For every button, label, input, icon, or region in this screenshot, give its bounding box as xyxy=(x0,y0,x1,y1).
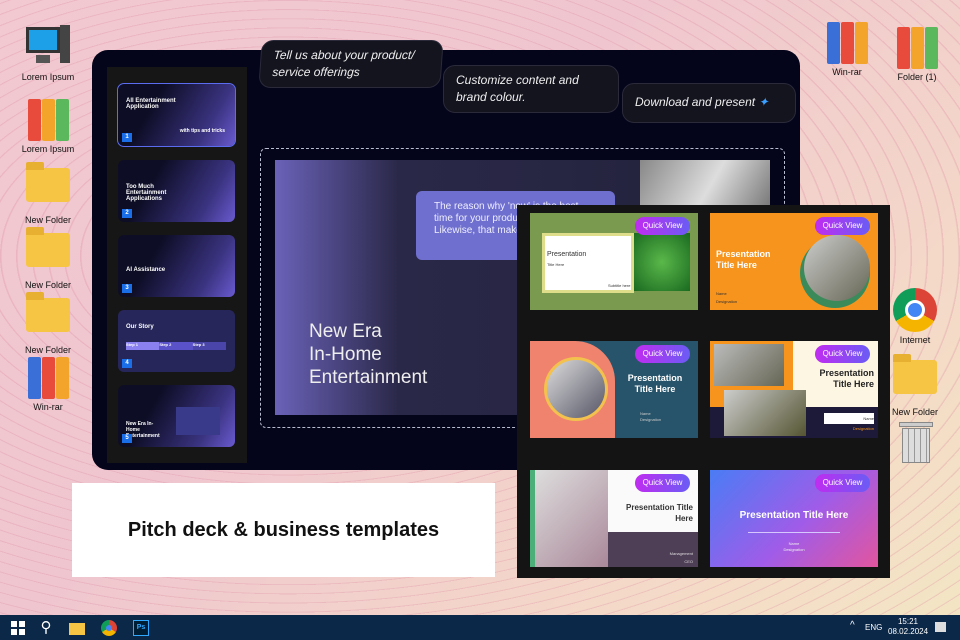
slide-thumbnail-1[interactable]: All Entertainment Application with tips a… xyxy=(117,83,236,147)
sparkle-icon: ✦ xyxy=(758,95,769,109)
template-card[interactable]: Presentation Title Here Name Designation… xyxy=(710,470,878,567)
desktop-icon-winrar[interactable]: Win-rar xyxy=(812,20,882,77)
quick-view-button[interactable]: Quick View xyxy=(815,217,870,235)
quick-view-button[interactable]: Quick View xyxy=(635,474,690,492)
winrar-icon xyxy=(26,355,70,399)
slide-thumbnail-3[interactable]: AI Assistance 3 xyxy=(118,235,235,297)
slide-thumbnail-2[interactable]: Too Much Entertainment Applications 2 xyxy=(118,160,235,222)
clock[interactable]: 15:21 08.02.2024 xyxy=(888,617,928,637)
desktop-icon-folder[interactable]: New Folder xyxy=(13,160,83,225)
desktop-icon-binders[interactable]: Lorem Ipsum xyxy=(13,97,83,154)
quick-view-button[interactable]: Quick View xyxy=(815,474,870,492)
binders-icon xyxy=(26,97,70,141)
bar-chart-thumbnail xyxy=(176,407,220,435)
desktop-icon-folder[interactable]: New Folder xyxy=(13,225,83,290)
binders-icon xyxy=(895,25,939,69)
template-card[interactable]: Presentation Title Here Name Designation… xyxy=(710,213,878,310)
template-gallery: Presentation Title Here Subtitle here Qu… xyxy=(517,205,890,578)
quick-view-button[interactable]: Quick View xyxy=(635,345,690,363)
desktop-icon-internet[interactable]: Internet xyxy=(880,288,950,345)
taskbar: ⚲ Ps ^ ENG 15:21 08.02.2024 xyxy=(0,615,960,640)
folder-icon xyxy=(893,354,937,394)
slide-thumbnail-5[interactable]: New Era In-Home Entertainment 5 xyxy=(118,385,235,447)
windows-start-icon[interactable] xyxy=(8,618,28,638)
folder-icon xyxy=(26,227,70,267)
template-card[interactable]: Presentation Title Here Name Designation… xyxy=(530,341,698,438)
search-icon[interactable]: ⚲ xyxy=(36,618,56,638)
callout-customize: Customize content and brand colour. xyxy=(443,65,619,113)
headline-text: Pitch deck & business templates xyxy=(127,518,440,541)
chevron-up-icon[interactable]: ^ xyxy=(850,620,855,631)
file-explorer-icon[interactable] xyxy=(67,618,87,638)
desktop-icon-computer[interactable]: Lorem Ipsum xyxy=(13,25,83,82)
slide-title: New Era In-Home Entertainment xyxy=(309,321,428,388)
slide-thumbnail-4[interactable]: Our Story Step 1 Step 2 Step 34 xyxy=(118,310,235,372)
template-card[interactable]: Presentation Title Here Name Designation… xyxy=(710,341,878,438)
quick-view-button[interactable]: Quick View xyxy=(635,217,690,235)
chrome-icon xyxy=(893,288,937,332)
photoshop-icon[interactable]: Ps xyxy=(131,618,151,638)
folder-icon xyxy=(26,162,70,202)
headline-banner: Pitch deck & business templates xyxy=(72,483,495,577)
template-card[interactable]: Presentation Title Here Management CEO Q… xyxy=(530,470,698,567)
desktop-icon-winrar[interactable]: Win-rar xyxy=(13,355,83,412)
callout-product: Tell us about your product/ service offe… xyxy=(258,40,444,88)
desktop-icon-folder-1[interactable]: Folder (1) xyxy=(882,25,952,82)
template-card[interactable]: Presentation Title Here Subtitle here Qu… xyxy=(530,213,698,310)
winrar-icon xyxy=(825,20,869,64)
desktop-icon-folder[interactable]: New Folder xyxy=(13,290,83,355)
quick-view-button[interactable]: Quick View xyxy=(815,345,870,363)
computer-icon xyxy=(26,25,70,69)
recycle-bin-icon[interactable] xyxy=(899,420,933,464)
folder-icon xyxy=(26,292,70,332)
language-indicator[interactable]: ENG xyxy=(865,623,882,632)
callout-download: Download and present ✦ xyxy=(622,83,796,123)
chrome-icon[interactable] xyxy=(99,618,119,638)
notification-icon[interactable] xyxy=(935,622,946,632)
desktop-icon-folder[interactable]: New Folder xyxy=(880,352,950,417)
